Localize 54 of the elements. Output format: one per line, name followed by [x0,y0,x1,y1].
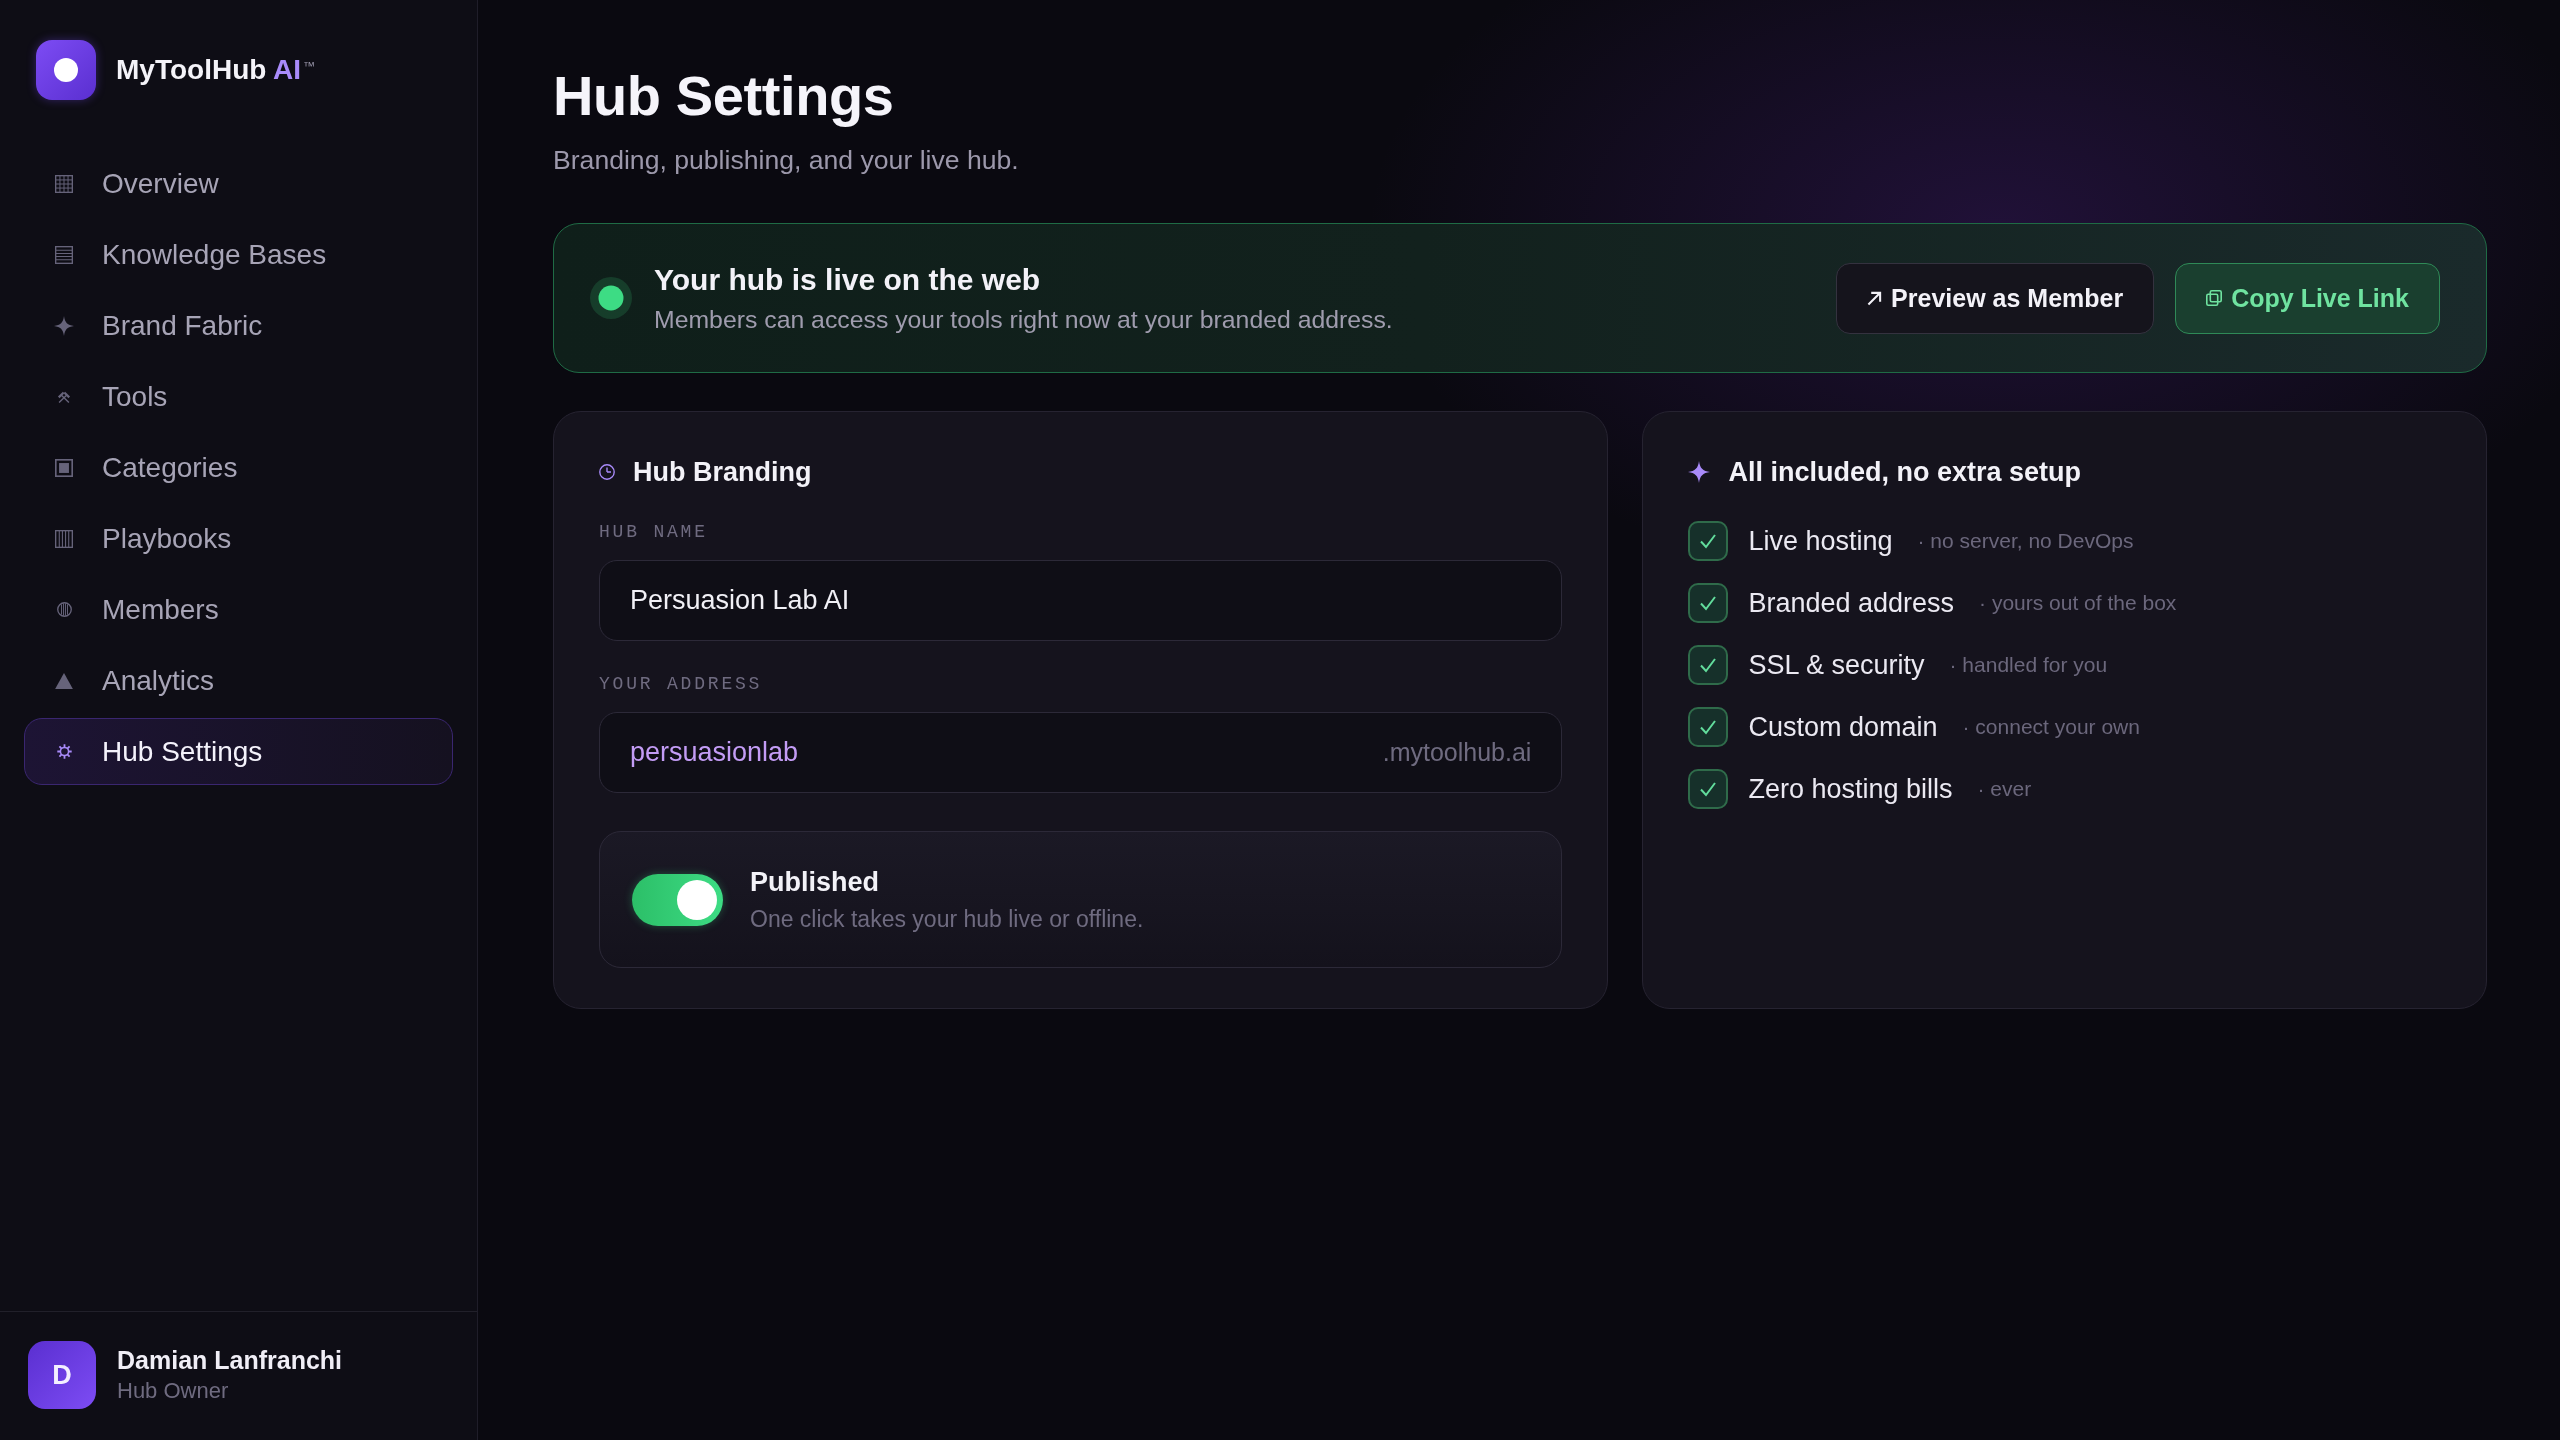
feature-note: · ever [1977,777,2032,801]
arrow-icon [1867,290,1883,306]
address-input[interactable]: persuasionlab [630,737,850,768]
copy-link-button[interactable]: Copy Live Link [2175,262,2440,334]
user-role: Hub Owner [117,1377,229,1405]
domain-suffix: .mytoolhub.ai [1382,738,1532,767]
feature-note: · connect your own [1962,715,2140,739]
page-title: Hub Settings [553,64,894,128]
banner-title: Your hub is live on the web [654,261,1041,298]
field-label: HUB NAME [599,522,708,542]
nav-item[interactable]: Analytics [24,647,453,714]
publish-description: One click takes your hub live or offline. [750,905,1144,933]
nav-item[interactable]: Members [24,576,453,643]
nav-item[interactable]: Categories [24,434,453,501]
user-name: Damian Lanfranchi [117,1345,343,1375]
nav-item[interactable]: Overview [24,150,453,217]
user-avatar: D [28,1341,96,1409]
sparkle-icon [1688,461,1711,483]
publish-title: Published [750,866,879,898]
lined-square-icon [55,245,73,264]
sparkle-icon [54,315,74,336]
feature-note: · no server, no DevOps [1917,529,2134,553]
nav-item[interactable]: Tools [24,363,453,430]
nav-item[interactable]: Playbooks [24,505,453,572]
hub-name-input[interactable]: Persuasion Lab AI [599,560,1563,641]
square-icon [55,458,73,477]
striped-square-icon [55,529,73,548]
card-title: Hub Branding [633,456,812,489]
logo-icon [36,40,96,100]
settings-icon [56,744,72,759]
nav-item[interactable]: Knowledge Bases [24,221,453,288]
nav-item[interactable]: Brand Fabric [24,292,453,359]
feature-label: Live hosting [1748,525,1893,557]
field-label: YOUR ADDRESS [599,674,763,694]
brand-name: MyToolHub AI$^{™}$ [116,53,316,87]
feature-note: · yours out of the box [1979,591,2177,615]
preview-button[interactable]: Preview as Member [1836,262,2155,334]
nav-item[interactable]: Hub Settings [24,718,453,785]
address-field[interactable]: persuasionlab .mytoolhub.ai [599,712,1563,793]
feature-label: Zero hosting bills [1748,773,1953,805]
feature-label: Custom domain [1748,711,1938,743]
card-title: All included, no extra setup [1728,456,2081,489]
grid-icon [55,174,73,193]
feature-note: · handled for you [1949,653,2108,677]
hammers-icon [57,389,71,404]
banner-description: Members can access your tools right now at your branded address. [654,304,1393,335]
publish-toggle[interactable] [632,873,723,926]
page-subtitle: Branding, publishing, and your live hub. [553,144,1019,176]
clock-icon [599,464,615,480]
triangle-icon [55,672,73,689]
feature-label: Branded address [1748,587,1955,619]
copy-icon [2206,290,2223,306]
striped-circle-icon [56,602,72,617]
feature-label: SSL & security [1748,649,1925,681]
